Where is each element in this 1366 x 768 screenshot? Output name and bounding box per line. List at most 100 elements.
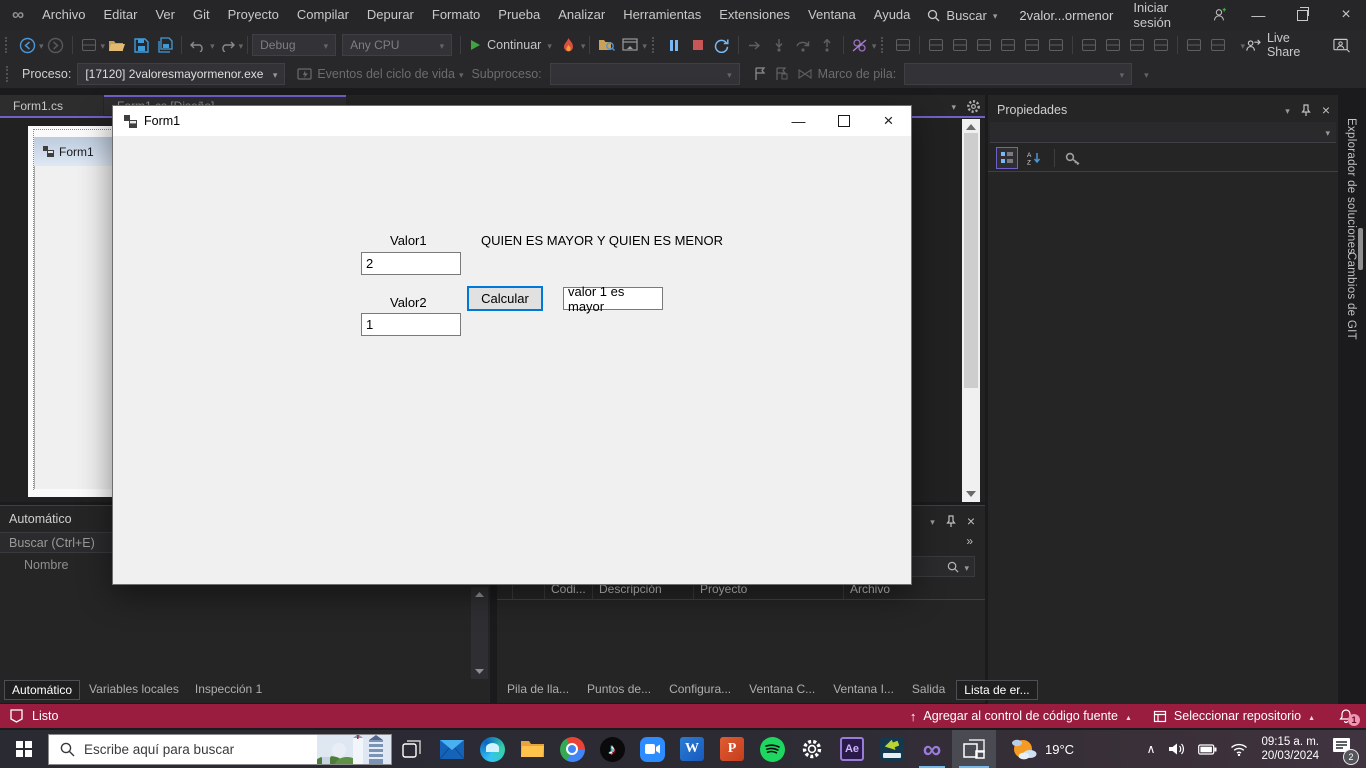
scroll-down-icon[interactable]: [475, 669, 484, 674]
add-user-icon[interactable]: [1211, 7, 1227, 23]
visual-studio-app-button[interactable]: ∞: [912, 730, 952, 768]
weather-widget[interactable]: 19°C: [1010, 737, 1074, 761]
tab-inspeccion-1[interactable]: Inspección 1: [188, 680, 269, 700]
find-in-files-button[interactable]: [594, 32, 618, 58]
properties-body[interactable]: [988, 171, 1338, 704]
tab-ventana-inmediata[interactable]: Ventana I...: [826, 680, 901, 700]
zoom-app-button[interactable]: [632, 730, 672, 768]
tab-ventana-comandos[interactable]: Ventana C...: [742, 680, 822, 700]
tab-lista-de-errores[interactable]: Lista de er...: [956, 680, 1037, 700]
chevron-down-icon[interactable]: [239, 36, 244, 54]
undo-button[interactable]: [186, 32, 210, 58]
properties-object-dropdown[interactable]: [990, 122, 1336, 143]
chrome-browser-button[interactable]: [552, 730, 592, 768]
gear-icon[interactable]: [966, 99, 981, 114]
task-view-button[interactable]: [392, 730, 432, 768]
step-out-button[interactable]: [815, 32, 839, 58]
scroll-down-icon[interactable]: [966, 491, 976, 497]
select-repository-button[interactable]: Seleccionar repositorio: [1174, 709, 1301, 723]
autos-vertical-scrollbar[interactable]: [471, 587, 488, 679]
menu-ventana[interactable]: Ventana: [799, 0, 865, 30]
toolbar-overflow-chevrons[interactable]: [966, 532, 973, 550]
stop-button[interactable]: [686, 32, 710, 58]
size-to-grid-button[interactable]: [1125, 32, 1149, 58]
panel-close-icon[interactable]: ×: [967, 514, 975, 528]
designer-vertical-scrollbar[interactable]: [962, 119, 980, 502]
continue-button[interactable]: Continuar: [465, 32, 557, 58]
edge-browser-button[interactable]: [472, 730, 512, 768]
chevron-down-icon[interactable]: [964, 558, 969, 576]
flag-icon[interactable]: [754, 67, 767, 81]
save-all-button[interactable]: [153, 32, 177, 58]
toolbar-grip[interactable]: [652, 37, 657, 53]
toolbar-grip[interactable]: [881, 37, 886, 53]
menu-analizar[interactable]: Analizar: [549, 0, 614, 30]
menu-git[interactable]: Git: [184, 0, 219, 30]
valor2-textbox[interactable]: 1: [361, 313, 461, 336]
disable-breakpoints-button[interactable]: [848, 32, 872, 58]
process-dropdown[interactable]: [17120] 2valoresmayormenor.exe: [77, 63, 285, 85]
tab-pila-de-llamada[interactable]: Pila de lla...: [500, 680, 576, 700]
tiktok-app-button[interactable]: ♪: [592, 730, 632, 768]
align-rights-button[interactable]: [972, 32, 996, 58]
toolbar-grip[interactable]: [6, 66, 11, 82]
start-button[interactable]: [0, 730, 48, 768]
form1-titlebar[interactable]: Form1 — ×: [113, 106, 911, 136]
align-tops-button[interactable]: [996, 32, 1020, 58]
designer-form-body[interactable]: [34, 166, 113, 489]
scroll-up-icon[interactable]: [475, 592, 484, 597]
save-button[interactable]: [129, 32, 153, 58]
spotify-app-button[interactable]: [752, 730, 792, 768]
make-same-width-button[interactable]: [1077, 32, 1101, 58]
tray-expand-chevron[interactable]: ∧: [1147, 742, 1156, 756]
chevron-down-icon[interactable]: [581, 36, 586, 54]
designer-form-titlebar[interactable]: Form1: [34, 137, 112, 167]
live-share-button[interactable]: Live Share: [1245, 31, 1323, 59]
search-box[interactable]: Buscar: [919, 6, 1005, 24]
menu-extensiones[interactable]: Extensiones: [710, 0, 799, 30]
solution-platform-dropdown[interactable]: Any CPU: [342, 34, 452, 56]
restore-button[interactable]: [1282, 0, 1322, 30]
notifications-button[interactable]: 1: [1338, 708, 1354, 724]
horizontal-spacing-button[interactable]: [1182, 32, 1206, 58]
solution-explorer-side-tab[interactable]: Explorador de soluciones: [1345, 118, 1357, 254]
menu-ayuda[interactable]: Ayuda: [865, 0, 920, 30]
tab-configuracion[interactable]: Configura...: [662, 680, 738, 700]
align-lefts-button[interactable]: [924, 32, 948, 58]
powerpoint-app-button[interactable]: P: [712, 730, 752, 768]
tab-variables-locales[interactable]: Variables locales: [82, 680, 186, 700]
alphabetical-button[interactable]: AZ: [1024, 148, 1044, 168]
navigate-back-button[interactable]: [15, 32, 39, 58]
solution-explorer-button[interactable]: [618, 32, 642, 58]
flag-outline-icon[interactable]: [775, 67, 788, 81]
menu-formato[interactable]: Formato: [423, 0, 489, 30]
minimize-button[interactable]: —: [1238, 0, 1278, 30]
hot-reload-button[interactable]: [557, 32, 581, 58]
git-changes-side-tab[interactable]: Cambios de GIT: [1345, 252, 1357, 340]
word-app-button[interactable]: W: [672, 730, 712, 768]
step-over-button[interactable]: [791, 32, 815, 58]
calcular-button[interactable]: Calcular: [468, 287, 542, 310]
align-centers-button[interactable]: [948, 32, 972, 58]
tab-form1-cs[interactable]: Form1.cs: [0, 95, 103, 117]
lifecycle-events-label[interactable]: Eventos del ciclo de vida: [317, 67, 455, 81]
menu-proyecto[interactable]: Proyecto: [219, 0, 288, 30]
menu-compilar[interactable]: Compilar: [288, 0, 358, 30]
zoom-designer-button[interactable]: [1149, 32, 1173, 58]
search-highlight-castle-image[interactable]: [317, 734, 391, 765]
pause-button[interactable]: [662, 32, 686, 58]
menu-ver[interactable]: Ver: [146, 0, 184, 30]
panel-close-icon[interactable]: ×: [1322, 103, 1330, 117]
result-textbox[interactable]: valor 1 es mayor: [563, 287, 663, 310]
align-middles-button[interactable]: [1020, 32, 1044, 58]
chevron-down-icon[interactable]: [872, 36, 877, 54]
action-center-button[interactable]: 2: [1332, 737, 1352, 761]
file-explorer-button[interactable]: [512, 730, 552, 768]
panel-menu-chevron[interactable]: [1285, 101, 1290, 119]
valor1-textbox[interactable]: 2: [361, 252, 461, 275]
pin-icon[interactable]: [946, 515, 956, 528]
send-feedback-icon[interactable]: [1333, 38, 1350, 53]
chevron-down-icon[interactable]: [642, 36, 647, 54]
tab-salida[interactable]: Salida: [905, 680, 952, 700]
mail-app-button[interactable]: [432, 730, 472, 768]
